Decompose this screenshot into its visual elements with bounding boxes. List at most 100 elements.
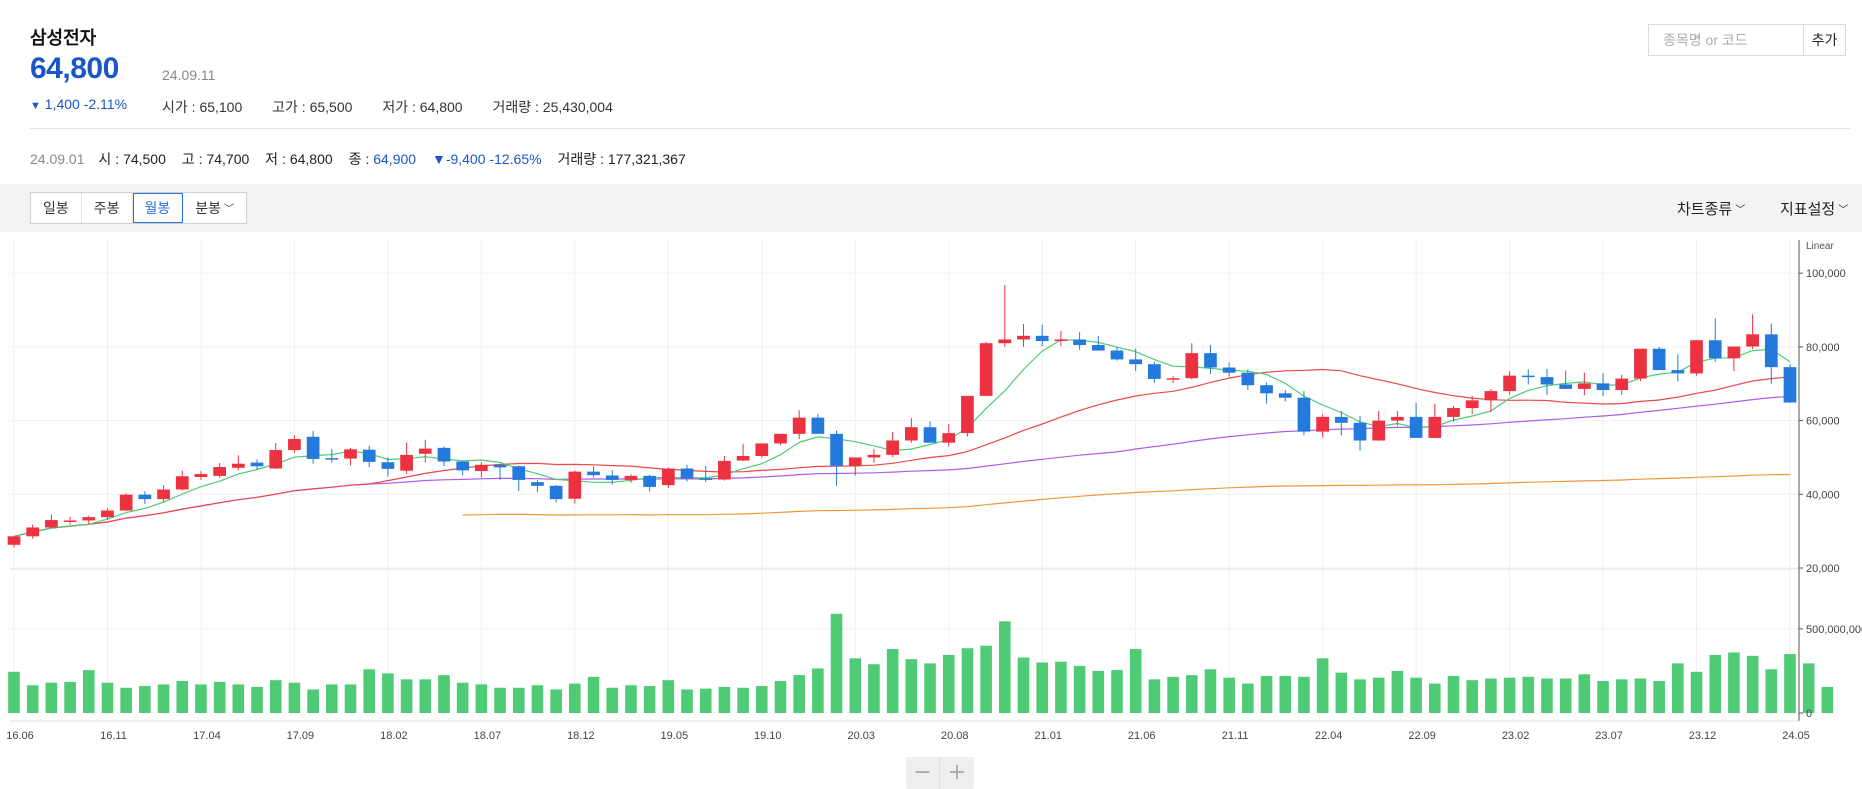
candle-body bbox=[979, 343, 993, 396]
volume-bar bbox=[812, 668, 824, 713]
candle-body bbox=[1578, 383, 1591, 389]
volume-bar bbox=[849, 658, 862, 713]
candle-body bbox=[1447, 408, 1460, 417]
chart-type-dropdown[interactable]: 차트종류 ﹀ bbox=[1677, 198, 1745, 219]
candle-body bbox=[512, 466, 526, 480]
candle-volume: 177,321,367 bbox=[607, 151, 686, 167]
candle-body bbox=[1540, 377, 1554, 385]
volume-bar bbox=[1802, 663, 1815, 713]
volume-bar bbox=[793, 675, 805, 713]
volume-bar bbox=[120, 687, 132, 713]
indicator-label: 지표설정 bbox=[1780, 201, 1836, 218]
volume-bar bbox=[1111, 670, 1123, 713]
daily-ohlc: 시가 : 65,100 고가 : 65,500 저가 : 64,800 거래량 … bbox=[162, 97, 639, 117]
candle-body bbox=[400, 454, 413, 471]
candle-body bbox=[1391, 416, 1404, 421]
period-weekly-button[interactable]: 주봉 bbox=[81, 193, 133, 223]
candle-body bbox=[531, 482, 544, 486]
change-amount: 1,400 bbox=[44, 96, 80, 112]
volume-bar bbox=[1260, 675, 1273, 713]
volume-bar bbox=[681, 689, 693, 713]
volume-bar bbox=[8, 671, 20, 713]
candle-body bbox=[1278, 393, 1292, 398]
candle-body bbox=[1166, 378, 1180, 380]
candle-body bbox=[811, 417, 825, 434]
candle-body bbox=[1484, 391, 1498, 401]
volume-bar bbox=[1821, 686, 1834, 713]
x-tick-label: 24.05 bbox=[1782, 730, 1810, 742]
volume-bar bbox=[1185, 675, 1198, 713]
candle-close-label: 종 bbox=[348, 151, 362, 167]
volume-bar bbox=[213, 681, 226, 713]
volume-bar bbox=[1784, 654, 1796, 713]
candle-info: 24.09.01 시: 74,500 고: 74,700 저: 64,800 종… bbox=[30, 149, 686, 169]
volume-bar bbox=[157, 684, 170, 713]
zoom-out-button[interactable]: − bbox=[906, 757, 940, 789]
y-tick-label: 20,000 bbox=[1806, 563, 1840, 575]
zoom-in-button[interactable]: + bbox=[940, 757, 974, 789]
volume-tick-label: 0 bbox=[1806, 708, 1812, 720]
candle-body bbox=[886, 440, 900, 455]
volume-bar bbox=[662, 680, 675, 713]
volume-bar bbox=[531, 685, 544, 713]
x-tick-label: 23.07 bbox=[1595, 730, 1623, 742]
volume-bar bbox=[942, 654, 955, 713]
volume-bar bbox=[1223, 677, 1235, 713]
volume-bar bbox=[924, 663, 936, 713]
candle-body bbox=[643, 475, 656, 487]
chevron-down-icon: ﹀ bbox=[224, 204, 235, 215]
x-tick-label: 17.04 bbox=[193, 730, 221, 742]
volume-bar bbox=[82, 670, 95, 713]
candle-volume-label: 거래량 bbox=[557, 151, 597, 167]
candle-body bbox=[1521, 375, 1535, 378]
open-label: 시가 bbox=[162, 99, 188, 115]
candle-body bbox=[1073, 339, 1086, 346]
indicator-settings-dropdown[interactable]: 지표설정 ﹀ bbox=[1780, 198, 1848, 219]
volume-bar bbox=[326, 684, 338, 713]
zoom-controls: − + bbox=[906, 757, 974, 789]
stock-chart[interactable]: Linear 100,000 80,000 60,000 40,000 20,000 500… bbox=[0, 240, 1862, 789]
volume-bar bbox=[999, 621, 1011, 713]
chevron-down-icon: ﹀ bbox=[1735, 205, 1746, 216]
volume-bar bbox=[1129, 649, 1142, 713]
volume-bar bbox=[868, 664, 880, 713]
candle-body bbox=[362, 449, 376, 462]
candle-body bbox=[45, 520, 58, 528]
volume-bar bbox=[45, 682, 58, 713]
candle-low: 64,800 bbox=[289, 151, 333, 167]
chevron-down-icon: ﹀ bbox=[1838, 205, 1849, 216]
high-label: 고가 bbox=[272, 99, 298, 115]
candle-date: 24.09.01 bbox=[30, 151, 85, 167]
volume-bar bbox=[251, 686, 263, 713]
chart-canvas[interactable]: Linear 100,000 80,000 60,000 40,000 20,000 500… bbox=[0, 240, 1862, 742]
period-monthly-button[interactable]: 월봉 bbox=[132, 193, 184, 223]
volume-bar bbox=[456, 682, 469, 713]
candle-body bbox=[1671, 370, 1685, 374]
candle-body bbox=[1297, 397, 1311, 432]
x-tick-label: 17.09 bbox=[287, 730, 315, 742]
candle-body bbox=[306, 436, 320, 459]
volume-bar bbox=[1522, 676, 1535, 713]
candle-body bbox=[213, 467, 226, 476]
high-stat: 고가 : 65,500 bbox=[272, 99, 353, 115]
candle-body bbox=[1334, 416, 1348, 423]
candle-body bbox=[63, 520, 77, 522]
x-tick-label: 19.10 bbox=[754, 730, 782, 742]
volume-bar bbox=[830, 613, 843, 713]
period-minute-dropdown[interactable]: 분봉 ﹀ bbox=[183, 193, 247, 223]
volume-bar bbox=[1092, 670, 1105, 713]
period-daily-button[interactable]: 일봉 bbox=[31, 193, 82, 223]
volume-bar bbox=[905, 659, 918, 713]
add-button[interactable]: 추가 bbox=[1803, 25, 1845, 55]
volume-bar bbox=[1672, 663, 1684, 713]
candle-body bbox=[418, 448, 432, 454]
y-tick-label: 60,000 bbox=[1806, 416, 1840, 428]
candle-body bbox=[82, 517, 96, 521]
volume-bar bbox=[26, 685, 39, 713]
ma120-line bbox=[462, 473, 1791, 516]
moving-averages bbox=[13, 339, 1791, 537]
volume-bar bbox=[512, 687, 525, 713]
search-input[interactable] bbox=[1649, 25, 1807, 55]
candle-body bbox=[549, 485, 563, 500]
candle-body bbox=[1615, 378, 1629, 390]
